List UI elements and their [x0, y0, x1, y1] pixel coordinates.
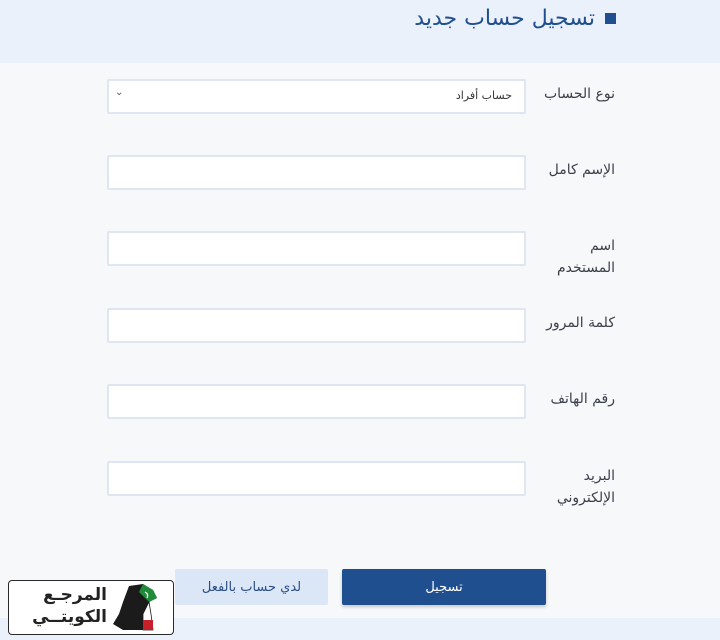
- account-type-selected-value: حساب أفراد: [455, 89, 512, 102]
- field-row-account-type: نوع الحساب حساب أفراد ⌄: [0, 79, 720, 139]
- phone-label: رقم الهاتف: [550, 391, 615, 407]
- kuwait-map-icon: [113, 584, 157, 631]
- page-title: تسجيل حساب جديد: [414, 6, 595, 31]
- have-account-button[interactable]: لدي حساب بالفعل: [175, 569, 328, 605]
- register-button[interactable]: تسجيل: [342, 569, 546, 605]
- page-title-group: تسجيل حساب جديد: [414, 6, 616, 31]
- watermark-line-1: المرجـع: [43, 585, 107, 605]
- watermark-logo: المرجـع الكويتــي: [8, 580, 174, 635]
- full-name-label: الإسم كامل: [548, 162, 615, 178]
- username-input[interactable]: [107, 231, 526, 266]
- field-row-phone: رقم الهاتف: [0, 384, 720, 444]
- square-icon: [605, 13, 616, 24]
- field-row-username: اسم المستخدم: [0, 231, 720, 291]
- field-row-full-name: الإسم كامل: [0, 155, 720, 215]
- email-input[interactable]: [107, 461, 526, 496]
- field-row-email: البريد الإلكتروني: [0, 461, 720, 521]
- account-type-label: نوع الحساب: [543, 86, 615, 102]
- chevron-down-icon: ⌄: [115, 87, 124, 98]
- username-label: اسم المستخدم: [556, 238, 615, 276]
- email-label: البريد الإلكتروني: [556, 468, 615, 506]
- registration-form: نوع الحساب حساب أفراد ⌄ الإسم كامل اسم ا…: [0, 63, 720, 623]
- password-input[interactable]: [107, 308, 526, 343]
- phone-input[interactable]: [107, 384, 526, 419]
- field-row-password: كلمة المرور: [0, 308, 720, 368]
- full-name-input[interactable]: [107, 155, 526, 190]
- watermark-line-2: الكويتــي: [32, 607, 107, 627]
- account-type-select[interactable]: حساب أفراد ⌄: [107, 79, 526, 114]
- password-label: كلمة المرور: [546, 315, 615, 331]
